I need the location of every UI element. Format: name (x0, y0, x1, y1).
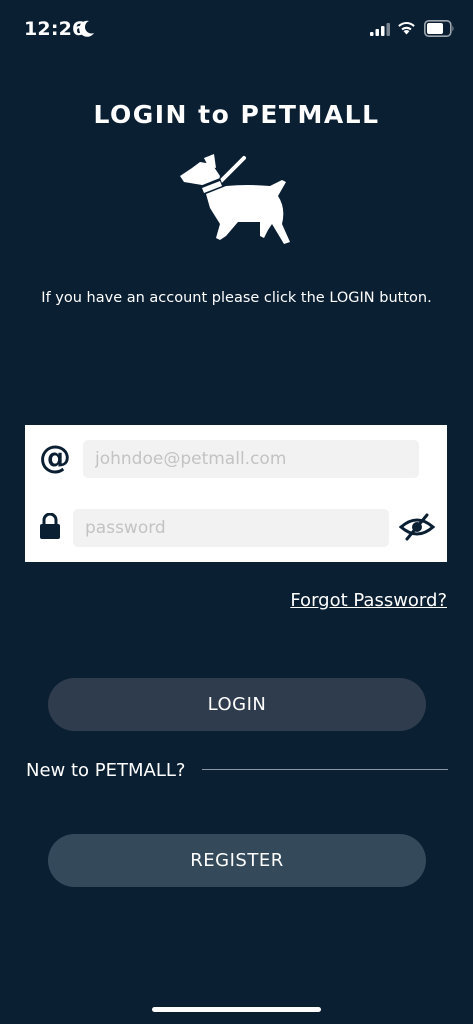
page-title: LOGIN to PETMALL (93, 100, 380, 129)
status-time: 12:26 (24, 18, 86, 40)
battery-icon (424, 20, 454, 37)
dog-icon (180, 154, 290, 244)
status-bar: 12:26 (0, 0, 473, 58)
register-button[interactable]: REGISTER (48, 834, 426, 887)
at-icon: @ (39, 438, 71, 476)
email-field[interactable] (83, 440, 419, 478)
eye-slash-icon (398, 513, 436, 541)
home-indicator[interactable] (152, 1007, 321, 1012)
wifi-icon (398, 21, 415, 35)
login-card: @ (25, 425, 447, 562)
password-field[interactable] (73, 509, 389, 547)
divider-line (202, 769, 448, 770)
subtitle: If you have an account please click the … (41, 290, 432, 306)
forgot-password-link[interactable]: Forgot Password? (290, 590, 447, 611)
cellular-signal-icon (370, 23, 390, 36)
password-visibility-toggle[interactable] (398, 513, 436, 541)
new-user-label: New to PETMALL? (26, 760, 186, 781)
moon-icon (79, 20, 94, 37)
lock-icon (40, 513, 60, 539)
login-button[interactable]: LOGIN (48, 678, 426, 731)
